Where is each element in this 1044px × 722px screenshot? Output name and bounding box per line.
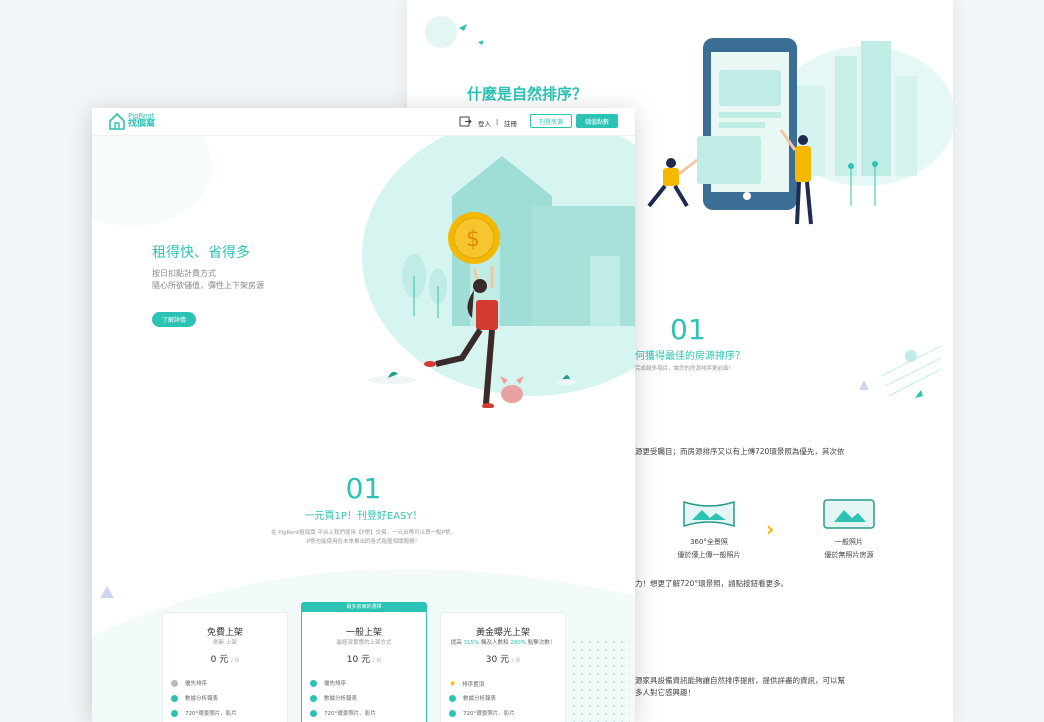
login-icon[interactable] [459,116,472,127]
plan-feature: 優先排序 [310,679,346,687]
plan-price: 0 元 / 月 [210,655,240,665]
chevron-right-icon: › [766,517,775,541]
nav-separator: | [496,118,499,126]
back-section-number: 01 [670,313,706,346]
header: PigRent 找個窩 登入 | 註冊 刊登房源 儲值點數 [92,108,635,136]
star-icon: ★ [449,679,457,688]
plan-subtitle: 提高 315% 觸及人數和 280% 點擊次數！ [450,640,556,646]
logo-brand-zh: 找個窩 [128,119,156,129]
photo-type-normal-caption: 優於無照片房源 [824,551,874,559]
plan-title: 黃金曝光上架 [475,628,530,638]
phone-city-illustration [647,38,953,225]
check-circle-icon [449,694,456,702]
login-link[interactable]: 登入 [478,118,491,128]
plan-subtitle: 最經濟實惠的上架方式 [336,640,392,646]
plan-subtitle: 刷新 上架 [213,640,237,646]
plan-feature: 數據分析報表 [310,694,357,702]
photo-type-360: 360°全景照 優於僅上傳一般照片 [659,498,759,560]
register-link[interactable]: 註冊 [504,118,517,128]
plan-card-free[interactable]: 免費上架 刷新 上架 0 元 / 月 優先排序 數據分析報表 720°環景照片．… [162,612,288,722]
check-circle-icon [449,709,456,717]
back-paragraph-1: 源更受矚目；而房源排序又以有上傳720環景照為優先，其次依 [635,447,845,456]
minus-circle-icon [171,679,178,687]
plan-card-standard[interactable]: 最多房東的選擇 一般上架 最經濟實惠的上架方式 10 元 / 月 優先排序 數據… [301,602,427,722]
plan-feature: 數據分析報表 [171,694,218,702]
decoration-pattern [859,345,941,398]
check-circle-icon [310,694,317,702]
back-paragraph-3: 源家具設備資訊能夠讓自然排序提前，提供詳盡的資訊，可以幫 [635,676,845,685]
photo-type-360-title: 360°全景照 [690,538,728,546]
check-circle-icon [310,709,317,717]
plan-price: 30 元 / 月 [485,655,521,665]
hero-character-illustration: $ [368,212,577,408]
popular-badge: 最多房東的選擇 [302,603,426,612]
house-logo-icon [109,112,125,130]
hero-line-1: 按日扣點計費方式 [152,269,216,278]
plan-card-gold[interactable]: 黃金曝光上架 提高 315% 觸及人數和 280% 點擊次數！ 30 元 / 月… [440,612,566,722]
plan-title: 一般上架 [345,628,382,638]
panorama-photo-icon [683,500,735,528]
logo[interactable]: PigRent 找個窩 [108,112,155,130]
learn-more-button[interactable]: 了解詳情 [152,312,196,327]
dot-pattern [570,638,630,722]
natural-sort-heading: 什麼是自然排序？ [467,85,588,103]
back-paragraph-4: 多人對它感興趣！ [635,688,695,697]
plan-price: 10 元 / 月 [346,655,382,665]
buy-points-button[interactable]: 儲值點數 [576,114,618,128]
svg-text:$: $ [466,227,480,252]
plan-feature: 數據分析報表 [449,694,496,702]
post-listing-button[interactable]: 刊登房源 [530,114,572,128]
plan-title: 免費上架 [206,628,243,638]
birds-illustration [425,16,483,48]
back-section-sub: 完成越多項目，讓您的房源排序更前面！ [635,366,735,372]
plan-feature: ★ 排序置頂 [449,679,485,688]
back-section-heading: 何獲得最佳的房源排序？ [635,351,745,362]
check-circle-icon [171,709,178,717]
front-page: PigRent 找個窩 登入 | 註冊 刊登房源 儲值點數 $ 租得快、省得多 … [92,108,635,722]
hero-title: 租得快、省得多 [152,245,250,261]
hero-line-2: 隨心所欲儲值，彈性上下架房源 [152,281,264,290]
photo-icon [823,499,875,529]
photo-type-360-caption: 優於僅上傳一般照片 [677,551,741,559]
plan-feature: 優先排序 [171,679,207,687]
check-circle-icon [310,679,317,687]
check-circle-icon [171,694,178,702]
plan-feature: 720°環景照片．影片 [171,709,237,717]
photo-type-normal: 一般照片 優於無照片房源 [799,498,899,560]
plan-feature: 720°環景照片．影片 [449,709,515,717]
plan-feature: 720°環景照片．影片 [310,709,376,717]
back-paragraph-2: 力！想更了解720°環景照，請點按鈕看更多。 [635,579,789,588]
photo-type-normal-title: 一般照片 [835,538,863,546]
